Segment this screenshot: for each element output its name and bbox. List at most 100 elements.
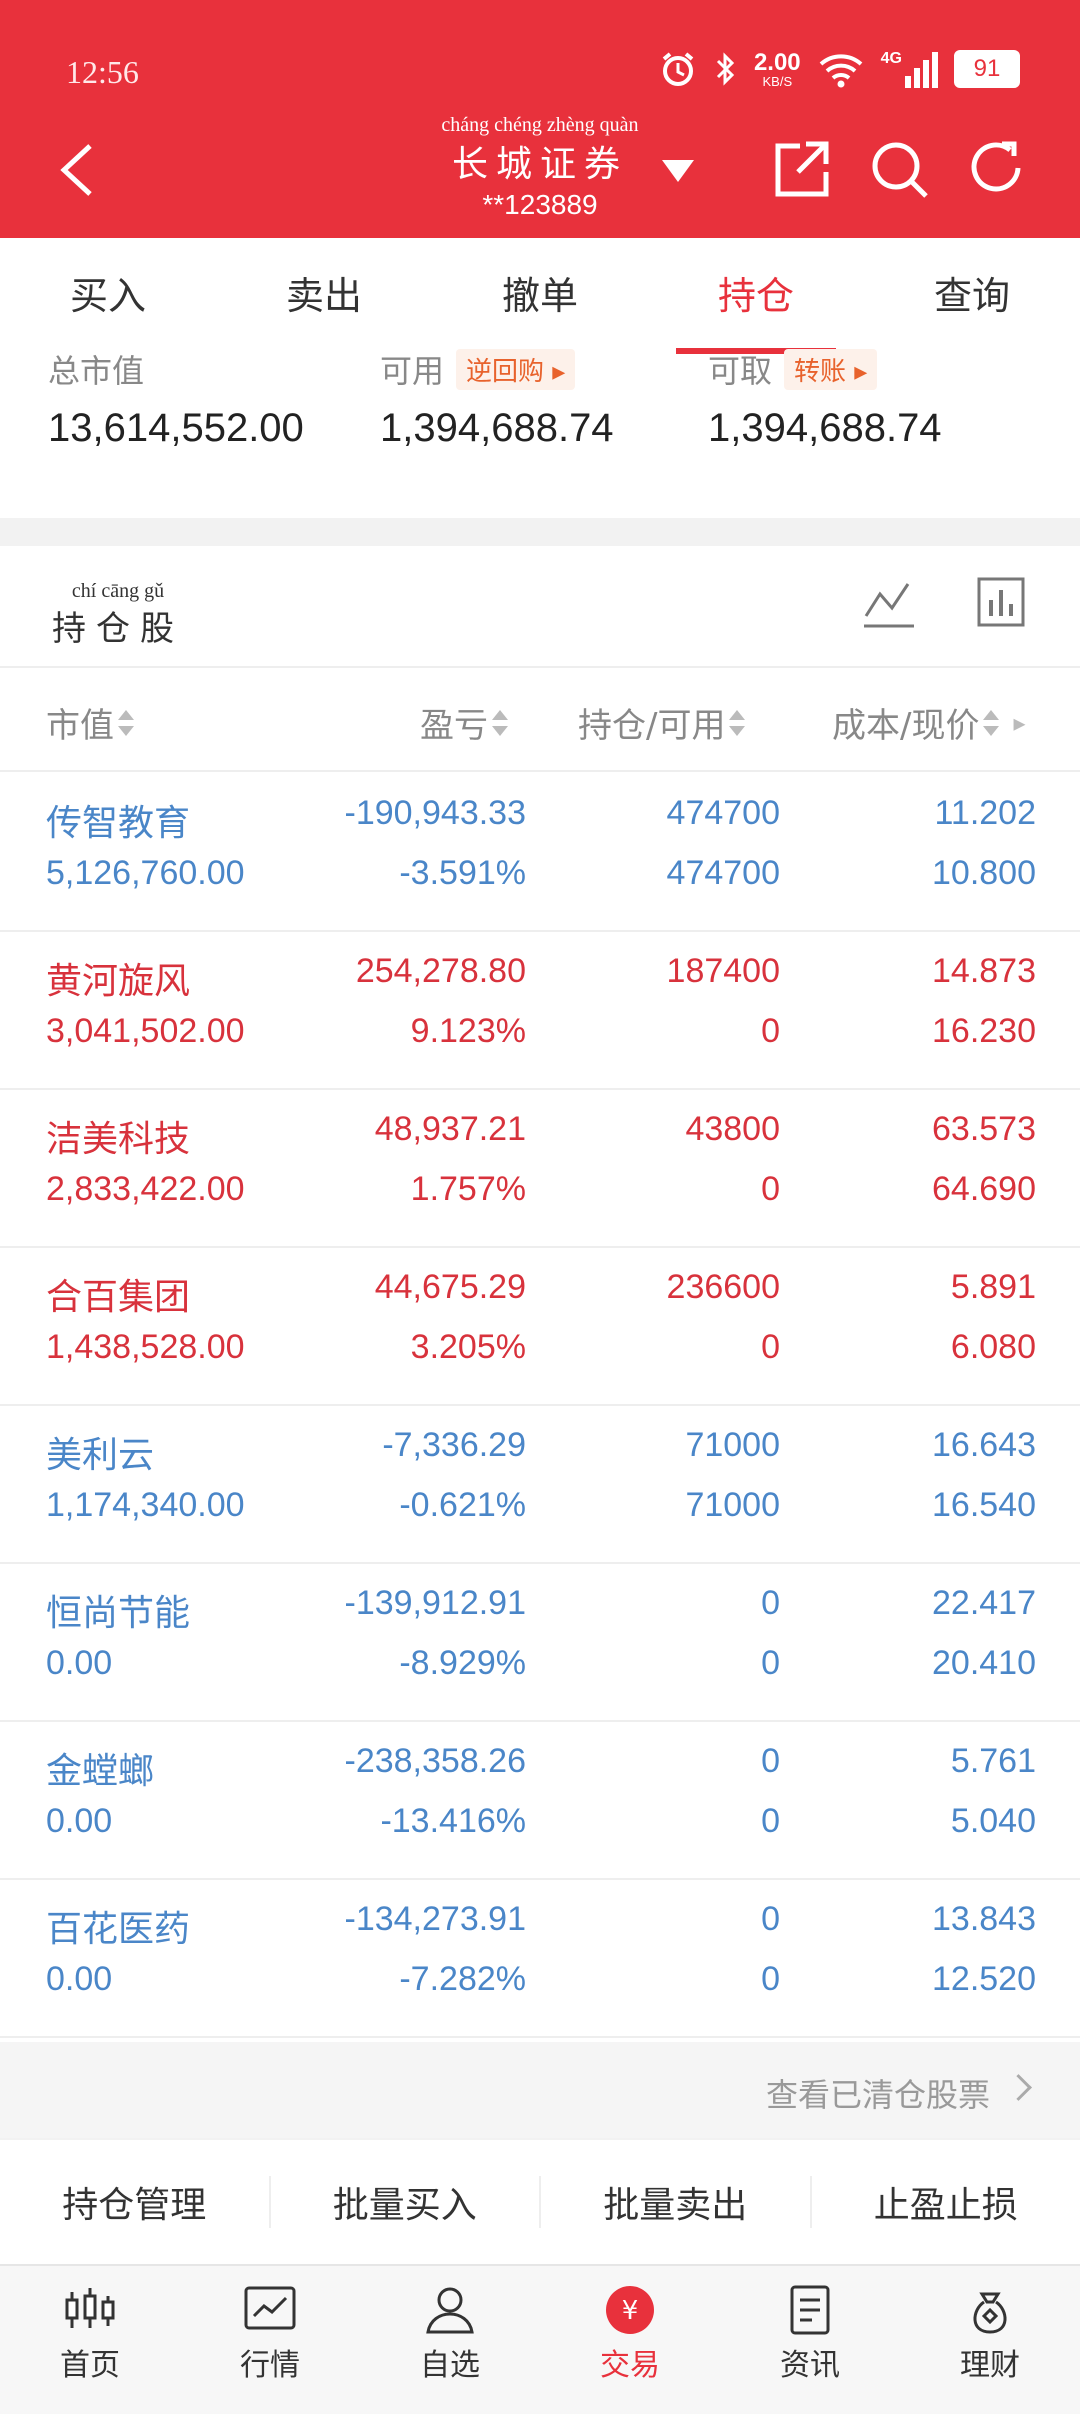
- trend-chart-icon[interactable]: [862, 576, 916, 630]
- batch-buy-button[interactable]: 批量买入: [271, 2176, 542, 2228]
- stock-name: 合百集团: [46, 1268, 190, 1320]
- tab-sell[interactable]: 卖出: [216, 238, 432, 354]
- cost-price: 11.202: [935, 794, 1036, 833]
- status-icons: 2.00 KB/S 4G 91: [658, 46, 1020, 92]
- market-value: 1,174,340.00: [46, 1486, 245, 1525]
- available-qty: 0: [761, 1170, 780, 1209]
- holding-actions: 持仓管理 批量买入 批量卖出 止盈止损: [0, 2140, 1080, 2264]
- bar-chart-icon[interactable]: [976, 576, 1026, 630]
- pnl-amount: 48,937.21: [375, 1110, 526, 1149]
- holding-row[interactable]: 合百集团1,438,528.0044,675.293.205%23660005.…: [0, 1246, 1080, 1406]
- stock-name: 传智教育: [46, 794, 190, 846]
- cost-price: 13.843: [932, 1900, 1036, 1939]
- pnl-amount: -238,358.26: [345, 1742, 527, 1781]
- market-value: 0.00: [46, 1802, 112, 1841]
- sort-icon: [492, 710, 508, 736]
- available-funds-amount: 1,394,688.74: [380, 406, 614, 451]
- sort-icon: [983, 710, 999, 736]
- stock-name: 洁美科技: [46, 1110, 190, 1162]
- holding-row[interactable]: 黄河旋风3,041,502.00254,278.809.123%18740001…: [0, 930, 1080, 1090]
- share-icon[interactable]: [770, 138, 832, 202]
- chevron-right-icon: [1005, 2074, 1032, 2101]
- battery-icon: 91: [954, 50, 1020, 88]
- cost-price: 5.761: [951, 1742, 1036, 1781]
- take-profit-stop-loss-button[interactable]: 止盈止损: [812, 2176, 1080, 2228]
- holding-row[interactable]: 恒尚节能0.00-139,912.91-8.929%0022.41720.410: [0, 1562, 1080, 1722]
- reverse-repo-button[interactable]: 逆回购 ▸: [456, 349, 575, 390]
- cost-price: 63.573: [932, 1110, 1036, 1149]
- network-speed: 2.00 KB/S: [754, 51, 801, 88]
- cost-price: 16.643: [932, 1426, 1036, 1465]
- withdrawable-funds-amount: 1,394,688.74: [708, 406, 942, 451]
- stock-name: 美利云: [46, 1426, 154, 1478]
- position-qty: 236600: [667, 1268, 780, 1307]
- current-price: 5.040: [951, 1802, 1036, 1841]
- market-value: 0.00: [46, 1644, 112, 1683]
- holding-row[interactable]: 洁美科技2,833,422.0048,937.211.757%43800063.…: [0, 1088, 1080, 1248]
- available-qty: 0: [761, 1644, 780, 1683]
- signal-icon: 4G: [881, 50, 938, 88]
- holdings-card: chí cāng gǔ 持仓股 市值 盈亏 持仓/可用 成本/现价▸ 传智教育5…: [0, 546, 1080, 2042]
- table-header: 市值 盈亏 持仓/可用 成本/现价▸: [0, 666, 1080, 772]
- col-pnl[interactable]: 盈亏: [420, 698, 508, 747]
- tab-cancel[interactable]: 撤单: [432, 238, 648, 354]
- col-position[interactable]: 持仓/可用: [578, 698, 745, 747]
- available-qty: 0: [761, 1012, 780, 1051]
- position-qty: 71000: [685, 1426, 780, 1465]
- position-qty: 0: [761, 1584, 780, 1623]
- svg-text:¥: ¥: [622, 2296, 639, 2326]
- candlestick-icon: [62, 2284, 118, 2336]
- transfer-button[interactable]: 转账 ▸: [784, 349, 877, 390]
- tab-positions[interactable]: 持仓: [648, 238, 864, 354]
- holding-row[interactable]: 美利云1,174,340.00-7,336.29-0.621%710007100…: [0, 1404, 1080, 1564]
- holding-row[interactable]: 金螳螂0.00-238,358.26-13.416%005.7615.040: [0, 1720, 1080, 1880]
- stock-name: 黄河旋风: [46, 952, 190, 1004]
- account-summary: 总市值 13,614,552.00 可用逆回购 ▸ 1,394,688.74 可…: [0, 354, 1080, 518]
- tab-buy[interactable]: 买入: [0, 238, 216, 354]
- tab-query[interactable]: 查询: [864, 238, 1080, 354]
- nav-news[interactable]: 资讯: [720, 2266, 900, 2414]
- status-time: 12:56: [66, 54, 139, 91]
- holding-row[interactable]: 传智教育5,126,760.00-190,943.33-3.591%474700…: [0, 772, 1080, 932]
- pnl-percent: 1.757%: [411, 1170, 526, 1209]
- market-chart-icon: [242, 2284, 298, 2336]
- refresh-icon[interactable]: [966, 138, 1028, 202]
- nav-trade[interactable]: ¥ 交易: [540, 2266, 720, 2414]
- available-qty: 474700: [667, 854, 780, 893]
- cleared-stocks-link[interactable]: 查看已清仓股票: [0, 2042, 1080, 2138]
- col-market-value[interactable]: 市值: [46, 698, 134, 747]
- bottom-navigation: 首页 行情 自选 ¥ 交易 资讯 理财: [0, 2264, 1080, 2414]
- pnl-amount: 254,278.80: [356, 952, 526, 991]
- total-market-value-amount: 13,614,552.00: [48, 406, 304, 451]
- nav-market[interactable]: 行情: [180, 2266, 360, 2414]
- wifi-icon: [817, 50, 865, 88]
- holding-row[interactable]: 百花医药0.00-134,273.91-7.282%0013.84312.520: [0, 1878, 1080, 2038]
- account-dropdown-icon[interactable]: [662, 160, 694, 182]
- available-qty: 0: [761, 1960, 780, 1999]
- status-bar: 12:56 2.00 KB/S 4G 91: [0, 0, 1080, 130]
- nav-watchlist[interactable]: 自选: [360, 2266, 540, 2414]
- current-price: 64.690: [932, 1170, 1036, 1209]
- back-arrow-icon[interactable]: [54, 140, 98, 200]
- pnl-amount: -134,273.91: [345, 1900, 527, 1939]
- broker-title[interactable]: cháng chéng zhèng quàn 长城证券 **123889: [380, 114, 700, 221]
- market-value: 5,126,760.00: [46, 854, 245, 893]
- nav-wealth[interactable]: 理财: [900, 2266, 1080, 2414]
- pnl-percent: -13.416%: [380, 1802, 526, 1841]
- position-management-button[interactable]: 持仓管理: [0, 2176, 271, 2228]
- sort-icon: [118, 710, 134, 736]
- pnl-percent: -0.621%: [399, 1486, 526, 1525]
- cost-price: 5.891: [951, 1268, 1036, 1307]
- news-icon: [782, 2284, 838, 2336]
- pnl-percent: 3.205%: [411, 1328, 526, 1367]
- title-pinyin: cháng chéng zhèng quàn: [380, 114, 700, 137]
- market-value: 0.00: [46, 1960, 112, 1999]
- withdrawable-funds: 可取转账 ▸ 1,394,688.74: [708, 354, 942, 451]
- pnl-amount: -190,943.33: [345, 794, 527, 833]
- alarm-icon: [658, 49, 698, 89]
- nav-home[interactable]: 首页: [0, 2266, 180, 2414]
- available-qty: 0: [761, 1802, 780, 1841]
- search-icon[interactable]: [868, 138, 930, 202]
- batch-sell-button[interactable]: 批量卖出: [541, 2176, 812, 2228]
- col-cost-price[interactable]: 成本/现价▸: [832, 698, 1026, 747]
